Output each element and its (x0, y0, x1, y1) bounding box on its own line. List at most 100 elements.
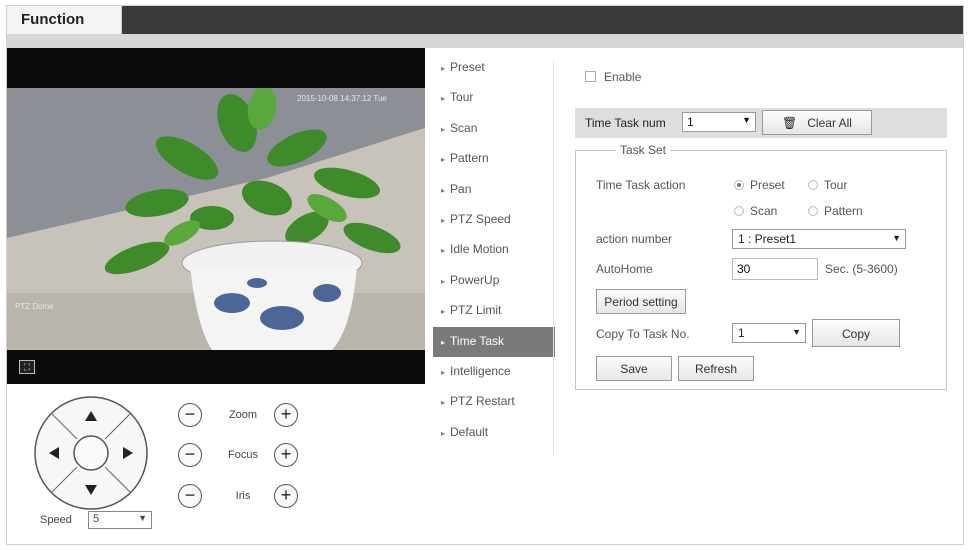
clear-all-label: Clear All (807, 116, 852, 130)
chevron-down-icon: ▼ (742, 115, 751, 125)
chevron-down-icon: ▼ (792, 327, 801, 337)
action-number-select[interactable]: 1 : Preset1 ▼ (732, 229, 906, 249)
action-number-label: action number (596, 232, 673, 246)
menu-item-label: PowerUp (450, 272, 500, 287)
menu-item-pattern[interactable]: ▸ Pattern (433, 144, 555, 174)
chevron-right-icon: ▸ (441, 124, 446, 134)
chevron-right-icon: ▸ (441, 94, 446, 104)
copy-button[interactable]: Copy (812, 319, 900, 347)
period-setting-button[interactable]: Period setting (596, 289, 686, 314)
speed-label: Speed (40, 514, 72, 526)
radio-tour-label: Tour (824, 178, 848, 192)
focus-plus-button[interactable]: + (274, 443, 298, 467)
radio-pattern-label: Pattern (824, 204, 863, 218)
top-bar (7, 6, 963, 34)
menu-item-label: PTZ Restart (450, 394, 515, 409)
chevron-right-icon: ▸ (441, 276, 446, 286)
menu-item-label: Time Task (450, 333, 505, 348)
chevron-right-icon: ▸ (441, 215, 446, 225)
iris-plus-button[interactable]: + (274, 484, 298, 508)
menu-divider (553, 60, 554, 455)
live-video[interactable]: 2015-10-08 14:37:12 Tue PTZ Dome ⛶ (7, 48, 425, 384)
autohome-label: AutoHome (596, 262, 653, 276)
radio-button[interactable] (808, 206, 818, 216)
ptz-center-button (73, 435, 109, 471)
menu-item-powerup[interactable]: ▸ PowerUp (433, 266, 555, 296)
time-task-action-label: Time Task action (596, 178, 686, 192)
zoom-control: − Zoom + (178, 403, 308, 429)
header-strip (7, 34, 963, 48)
menu-item-scan[interactable]: ▸ Scan (433, 114, 555, 144)
copy-to-task-label: Copy To Task No. (596, 327, 690, 341)
ptz-function-menu: ▸ Preset ▸ Tour ▸ Scan ▸ Pattern ▸ Pan ▸ PTZ Speed ▸… (433, 53, 555, 448)
chevron-right-icon: ▸ (441, 155, 446, 165)
osd-channel-name: PTZ Dome (15, 302, 54, 311)
chevron-right-icon: ▸ (441, 398, 446, 408)
radio-pattern[interactable]: Pattern (808, 204, 863, 218)
menu-item-idle-motion[interactable]: ▸ Idle Motion (433, 235, 555, 265)
radio-button[interactable] (734, 180, 744, 190)
copy-to-task-select[interactable]: 1 ▼ (732, 323, 806, 343)
radio-preset[interactable]: Preset (734, 178, 785, 192)
time-task-num-select[interactable]: 1 ▼ (682, 112, 756, 132)
menu-item-time-task[interactable]: ▸ Time Task (433, 326, 555, 357)
focus-control: − Focus + (178, 443, 308, 469)
clear-all-button[interactable]: 🗑 Clear All (762, 110, 872, 135)
chevron-right-icon: ▸ (441, 64, 446, 73)
menu-item-label: Scan (450, 120, 478, 135)
ptz-direction-pad[interactable] (33, 395, 149, 511)
menu-item-tour[interactable]: ▸ Tour (433, 83, 555, 113)
enable-checkbox[interactable] (585, 71, 596, 82)
menu-item-label: Preset (450, 60, 485, 74)
menu-item-label: Tour (450, 90, 474, 105)
iris-control: − Iris + (178, 484, 308, 510)
time-task-num-value: 1 (687, 115, 694, 129)
radio-tour[interactable]: Tour (808, 178, 847, 192)
copy-to-task-value: 1 (738, 326, 745, 340)
radio-scan[interactable]: Scan (734, 204, 777, 218)
menu-item-label: PTZ Speed (450, 211, 511, 226)
radio-button[interactable] (734, 206, 744, 216)
autohome-input[interactable] (732, 258, 818, 280)
chevron-right-icon: ▸ (441, 246, 446, 256)
chevron-down-icon: ▼ (892, 233, 901, 243)
menu-item-pan[interactable]: ▸ Pan (433, 175, 555, 205)
menu-item-ptz-speed[interactable]: ▸ PTZ Speed (433, 205, 555, 235)
trash-icon: 🗑 (782, 116, 798, 130)
fullscreen-icon[interactable]: ⛶ (19, 360, 35, 374)
video-scene (7, 88, 425, 350)
menu-item-ptz-limit[interactable]: ▸ PTZ Limit (433, 296, 555, 326)
speed-value: 5 (93, 513, 100, 525)
menu-item-label: Pan (450, 181, 472, 196)
chevron-down-icon: ▼ (138, 513, 147, 523)
radio-preset-label: Preset (750, 178, 785, 192)
menu-item-intelligence[interactable]: ▸ Intelligence (433, 357, 555, 387)
save-button[interactable]: Save (596, 356, 672, 381)
menu-item-label: Intelligence (450, 363, 511, 378)
radio-button[interactable] (808, 180, 818, 190)
zoom-in-button[interactable]: + (274, 403, 298, 427)
menu-item-preset[interactable]: ▸ Preset (433, 53, 555, 83)
task-set-group: Task Set Time Task action Preset Tour Sc… (575, 143, 947, 390)
menu-item-label: PTZ Limit (450, 303, 502, 318)
chevron-right-icon: ▸ (441, 307, 446, 317)
chevron-right-icon: ▸ (441, 367, 446, 377)
action-number-value: 1 : Preset1 (738, 232, 797, 246)
menu-item-label: Default (450, 424, 489, 439)
speed-select[interactable]: 5 ▼ (88, 511, 152, 529)
task-set-legend: Task Set (616, 143, 671, 157)
enable-checkbox-row[interactable]: Enable (585, 70, 641, 84)
osd-timestamp: 2015-10-08 14:37:12 Tue (297, 94, 387, 103)
menu-item-ptz-restart[interactable]: ▸ PTZ Restart (433, 387, 555, 417)
plant-image (7, 88, 425, 350)
tab-function[interactable]: Function (7, 6, 122, 36)
time-task-toolbar: Time Task num 1 ▼ 🗑 Clear All (575, 108, 947, 138)
menu-item-label: Idle Motion (450, 242, 509, 257)
chevron-right-icon: ▸ (441, 337, 446, 347)
autohome-range-hint: Sec. (5-3600) (825, 262, 898, 276)
time-task-num-label: Time Task num (585, 116, 666, 130)
chevron-right-icon: ▸ (441, 185, 446, 195)
refresh-button[interactable]: Refresh (678, 356, 754, 381)
menu-item-default[interactable]: ▸ Default (433, 418, 555, 448)
chevron-right-icon: ▸ (441, 428, 446, 438)
